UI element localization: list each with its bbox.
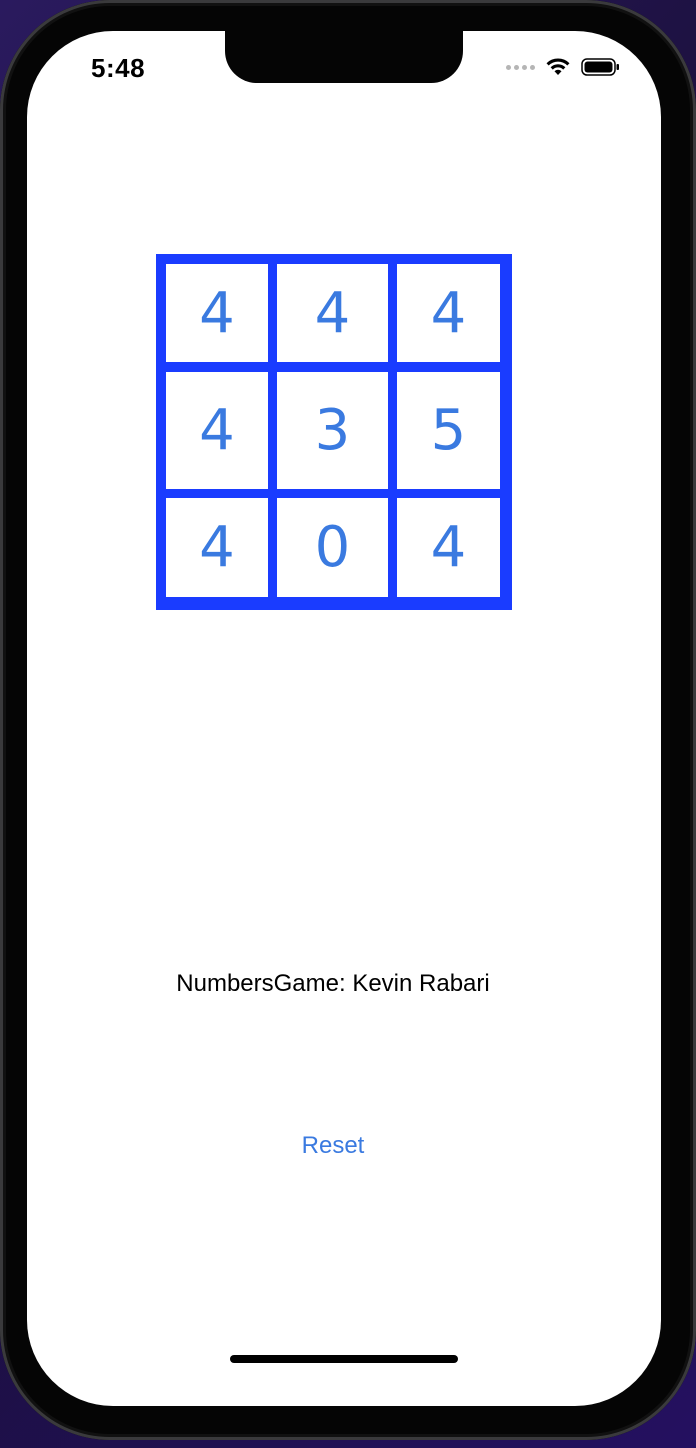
grid-cell[interactable]: 4 xyxy=(277,264,388,362)
grid-cell[interactable]: 0 xyxy=(277,498,388,597)
wifi-icon xyxy=(546,58,570,75)
app-screen: 5:48 4 4 4 4 3 5 4 0 4 NumbersGame: Kevi… xyxy=(27,31,661,1406)
grid-cell[interactable]: 4 xyxy=(397,264,500,362)
game-title: NumbersGame: Kevin Rabari xyxy=(176,970,490,997)
grid-cell[interactable]: 4 xyxy=(166,372,268,489)
cellular-signal-icon xyxy=(506,64,535,70)
home-indicator xyxy=(230,1355,458,1363)
status-time: 5:48 xyxy=(91,53,146,83)
grid-cell[interactable]: 3 xyxy=(277,372,388,489)
grid-cell[interactable]: 5 xyxy=(397,372,500,489)
grid-cell[interactable]: 4 xyxy=(166,264,268,362)
grid-cell[interactable]: 4 xyxy=(397,498,500,597)
device-notch xyxy=(225,31,463,83)
number-grid: 4 4 4 4 3 5 4 0 4 xyxy=(156,254,512,610)
phone-frame: 5:48 4 4 4 4 3 5 4 0 4 NumbersGame: Kevi… xyxy=(0,0,696,1440)
battery-icon xyxy=(581,58,619,76)
grid-cell[interactable]: 4 xyxy=(166,498,268,597)
reset-button[interactable]: Reset xyxy=(283,1126,383,1166)
status-icons xyxy=(506,57,621,77)
